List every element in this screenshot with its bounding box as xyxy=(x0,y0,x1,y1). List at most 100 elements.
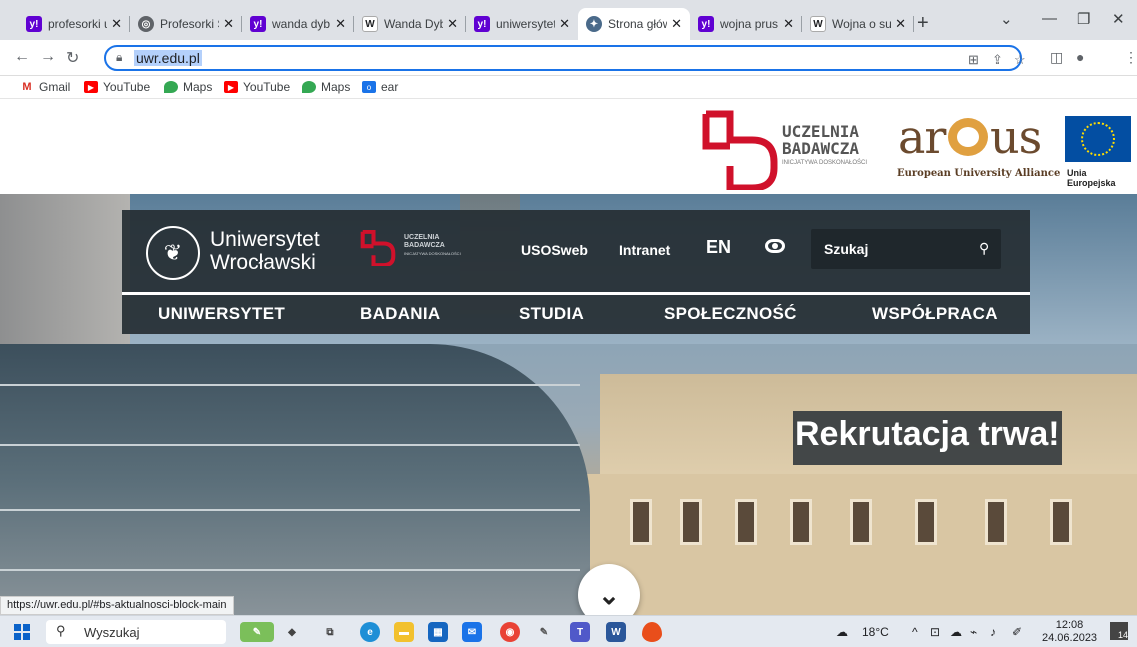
browser-tab[interactable]: y! uniwersytet ✕ xyxy=(466,8,578,40)
arqus-wordmark-left: ar xyxy=(898,110,946,164)
language-switch[interactable]: EN xyxy=(706,237,731,258)
menu-wspolpraca[interactable]: WSPÓŁPRACA xyxy=(872,304,998,324)
browser-tab[interactable]: W Wojna o su ✕ xyxy=(802,8,914,40)
bookmark-maps[interactable]: Maps xyxy=(302,80,350,94)
uczelnia-badawcza-small-logo[interactable] xyxy=(358,230,398,266)
bookmark-star-icon[interactable]: ☆ xyxy=(1014,52,1026,68)
close-window-button[interactable]: ✕ xyxy=(1112,10,1125,28)
bookmarks-bar: M Gmail ▶ YouTube Maps ▶ YouTube Maps o … xyxy=(0,77,1137,99)
university-name-logo[interactable]: Uniwersytet Wrocławski xyxy=(210,228,320,274)
search-placeholder[interactable]: Szukaj xyxy=(824,241,868,257)
tab-title: wanda dyb xyxy=(272,17,331,31)
browser-tab[interactable]: y! wanda dyb ✕ xyxy=(242,8,354,40)
task-view-icon[interactable]: ⧉ xyxy=(320,622,340,642)
ub-title: UCZELNIA BADAWCZA xyxy=(782,123,859,157)
search-highlight-icon[interactable]: ✎ xyxy=(240,622,274,642)
university-name-line: Wrocławski xyxy=(210,251,316,274)
close-tab-icon[interactable]: ✕ xyxy=(223,16,234,32)
bookmark-maps[interactable]: Maps xyxy=(164,80,212,94)
accessibility-eye-icon[interactable] xyxy=(765,239,785,253)
pen-icon[interactable]: ✐ xyxy=(1012,625,1022,639)
search-icon[interactable]: ⚲ xyxy=(979,240,989,257)
browser-tab[interactable]: W Wanda Dyb ✕ xyxy=(354,8,466,40)
bookmark-label: Maps xyxy=(321,80,351,94)
tab-title: wojna prus xyxy=(720,17,779,31)
taskbar-search[interactable]: ⚲ Wyszukaj xyxy=(46,620,226,644)
share-icon[interactable]: ⇪ xyxy=(992,52,1003,68)
widgets-icon[interactable]: ◆ xyxy=(282,622,302,642)
paint-icon[interactable]: ✎ xyxy=(534,622,554,642)
bookmark-youtube[interactable]: ▶ YouTube xyxy=(84,80,150,94)
bookmark-outlook[interactable]: o ear xyxy=(362,80,398,94)
bookmark-gmail[interactable]: M Gmail xyxy=(20,80,70,94)
bookmark-youtube[interactable]: ▶ YouTube xyxy=(224,80,290,94)
tab-title: Profesorki S xyxy=(160,17,220,31)
onedrive-icon[interactable]: ☁ xyxy=(950,625,962,639)
tab-search-icon[interactable]: ⌄ xyxy=(1000,10,1013,28)
address-bar[interactable]: 🔒︎ uwr.edu.pl ⊞ ⇪ ☆ xyxy=(104,45,1026,71)
arqus-wordmark-right: us xyxy=(990,110,1042,164)
side-panel-icon[interactable]: ◫ xyxy=(1050,49,1063,66)
uwr-crest-logo[interactable]: ❦ xyxy=(146,226,200,280)
paint3d-icon[interactable] xyxy=(642,622,662,642)
bookmark-label: Gmail xyxy=(39,80,71,94)
back-arrow-icon[interactable]: ← xyxy=(14,48,30,66)
browser-tab-active[interactable]: ✦ Strona głów ✕ xyxy=(578,8,690,40)
network-icon[interactable]: ⌁ xyxy=(970,625,977,639)
close-tab-icon[interactable]: ✕ xyxy=(111,16,122,32)
close-tab-icon[interactable]: ✕ xyxy=(671,16,682,32)
system-clock[interactable]: 12:08 24.06.2023 xyxy=(1042,619,1097,645)
close-tab-icon[interactable]: ✕ xyxy=(447,16,458,32)
store-icon[interactable]: ▦ xyxy=(428,622,448,642)
teams-icon[interactable]: T xyxy=(570,622,590,642)
minimize-button[interactable]: — xyxy=(1042,10,1057,27)
translate-icon[interactable]: ⊞ xyxy=(968,52,979,68)
hero-headline[interactable]: Rekrutacja trwa! xyxy=(793,411,1062,465)
bookmark-label: YouTube xyxy=(103,80,151,94)
file-explorer-icon[interactable]: ▬ xyxy=(394,622,414,642)
word-icon[interactable]: W xyxy=(606,622,626,642)
edge-icon[interactable]: e xyxy=(360,622,380,642)
browser-tab[interactable]: y! wojna prus ✕ xyxy=(690,8,802,40)
ub-small-line: BADAWCZA xyxy=(404,242,445,249)
ub-title-line: BADAWCZA xyxy=(782,139,860,158)
close-tab-icon[interactable]: ✕ xyxy=(335,16,346,32)
weather-temp[interactable]: 18°C xyxy=(862,625,889,639)
yahoo-icon: y! xyxy=(698,16,714,32)
arqus-q-icon xyxy=(948,118,988,156)
bookmark-label: YouTube xyxy=(243,80,291,94)
intranet-link[interactable]: Intranet xyxy=(619,242,670,258)
search-field[interactable]: Szukaj ⚲ xyxy=(811,229,1001,269)
close-tab-icon[interactable]: ✕ xyxy=(895,16,906,32)
notification-icon[interactable]: 14 xyxy=(1110,622,1128,640)
url-text[interactable]: uwr.edu.pl xyxy=(134,50,202,66)
meet-now-icon[interactable]: ⊡ xyxy=(930,625,940,639)
forward-arrow-icon[interactable]: → xyxy=(40,48,56,66)
menu-studia[interactable]: STUDIA xyxy=(519,304,584,324)
menu-uniwersytet[interactable]: UNIWERSYTET xyxy=(158,304,285,324)
menu-kebab-icon[interactable]: ⋮ xyxy=(1124,49,1137,66)
close-tab-icon[interactable]: ✕ xyxy=(559,16,570,32)
reload-icon[interactable]: ↻ xyxy=(66,48,79,68)
windows-start-icon[interactable] xyxy=(14,624,30,640)
menu-spolecznosc[interactable]: SPOŁECZNOŚĆ xyxy=(664,304,797,324)
restore-button[interactable]: ❐ xyxy=(1077,10,1090,28)
browser-tab[interactable]: y! profesorki u ✕ xyxy=(18,8,130,40)
uczelnia-badawcza-logo[interactable] xyxy=(700,110,780,190)
lock-icon[interactable]: 🔒︎ xyxy=(116,50,122,65)
menu-badania[interactable]: BADANIA xyxy=(360,304,440,324)
usosweb-link[interactable]: USOSweb xyxy=(521,242,588,258)
taskbar-search-placeholder[interactable]: Wyszukaj xyxy=(84,625,140,640)
close-tab-icon[interactable]: ✕ xyxy=(783,16,794,32)
chrome-icon[interactable]: ◉ xyxy=(500,622,520,642)
profile-avatar-icon[interactable]: ● xyxy=(1076,49,1084,65)
volume-icon[interactable]: ♪ xyxy=(990,625,996,639)
youtube-icon: ▶ xyxy=(224,81,238,93)
chevron-up-icon[interactable]: ^ xyxy=(912,625,918,639)
mail-icon[interactable]: ✉ xyxy=(462,622,482,642)
new-tab-button[interactable]: + xyxy=(917,12,929,35)
browser-tab[interactable]: ◎ Profesorki S ✕ xyxy=(130,8,242,40)
address-toolbar: ← → ↻ 🔒︎ uwr.edu.pl ⊞ ⇪ ☆ ◫ ● ⋮ xyxy=(0,40,1137,76)
cloud-weather-icon[interactable]: ☁ xyxy=(836,625,848,639)
nav-divider xyxy=(122,292,1030,295)
